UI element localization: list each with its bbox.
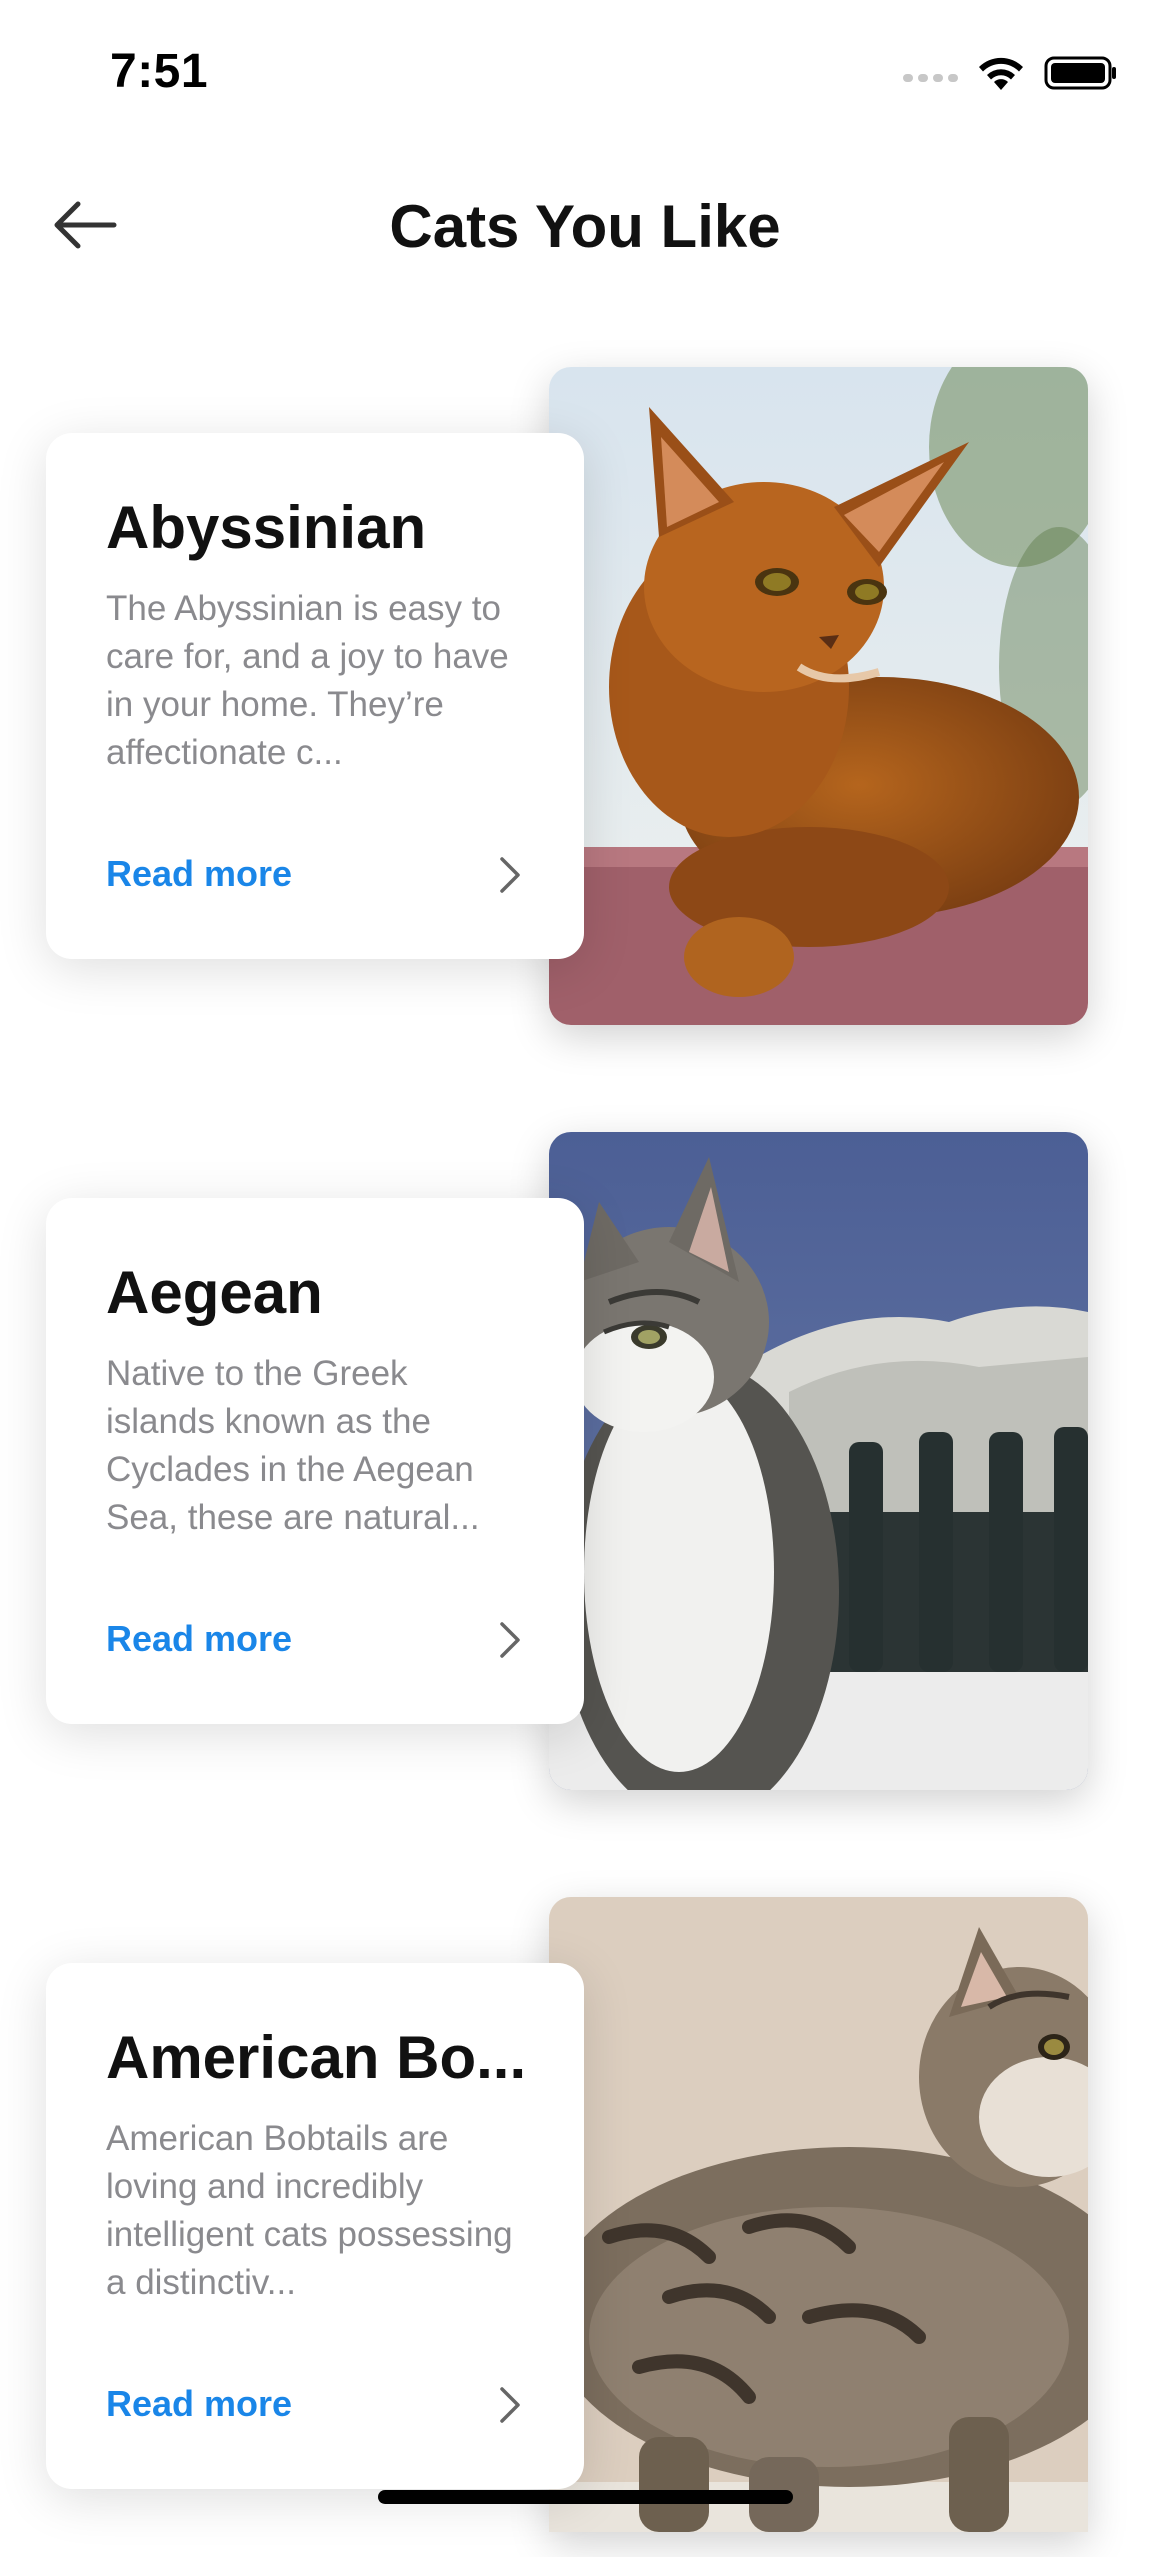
breed-info-card: American Bo... American Bobtails are lov… (46, 1963, 584, 2489)
aegean-cat-photo (549, 1132, 1088, 1790)
status-icons (903, 54, 1118, 92)
breed-description: The Abyssinian is easy to care for, and … (106, 589, 509, 772)
american-bobtail-cat-photo (549, 1897, 1088, 2532)
breed-info-card: Abyssinian The Abyssinian is easy to car… (46, 433, 584, 959)
chevron-right-icon[interactable] (490, 2383, 530, 2427)
breed-card[interactable]: American Bo... American Bobtails are lov… (0, 1897, 1170, 2557)
breed-card[interactable]: Aegean Native to the Greek islands known… (0, 1132, 1170, 1792)
breed-name: Abyssinian (106, 494, 427, 561)
chevron-right-icon[interactable] (490, 853, 530, 897)
breed-name: Aegean (106, 1259, 323, 1326)
signal-icon (903, 74, 958, 82)
breed-description: Native to the Greek islands known as the… (106, 1354, 480, 1537)
breed-info-card: Aegean Native to the Greek islands known… (46, 1198, 584, 1724)
home-indicator[interactable] (378, 2490, 793, 2504)
battery-icon (1044, 56, 1116, 90)
page-title: Cats You Like (389, 193, 781, 260)
breed-card[interactable]: Abyssinian The Abyssinian is easy to car… (0, 367, 1170, 1027)
nav-bar: Cats You Like (0, 180, 1170, 270)
chevron-right-icon[interactable] (490, 1618, 530, 1662)
read-more-link[interactable]: Read more (106, 853, 292, 895)
abyssinian-cat-photo (549, 367, 1088, 1025)
read-more-link[interactable]: Read more (106, 1618, 292, 1660)
status-bar: 7:51 (0, 0, 1170, 150)
status-time: 7:51 (110, 45, 209, 98)
read-more-link[interactable]: Read more (106, 2383, 292, 2425)
breed-description: American Bobtails are loving and incredi… (106, 2119, 513, 2302)
wifi-icon (979, 57, 1023, 90)
breed-name: American Bo... (106, 2024, 527, 2091)
